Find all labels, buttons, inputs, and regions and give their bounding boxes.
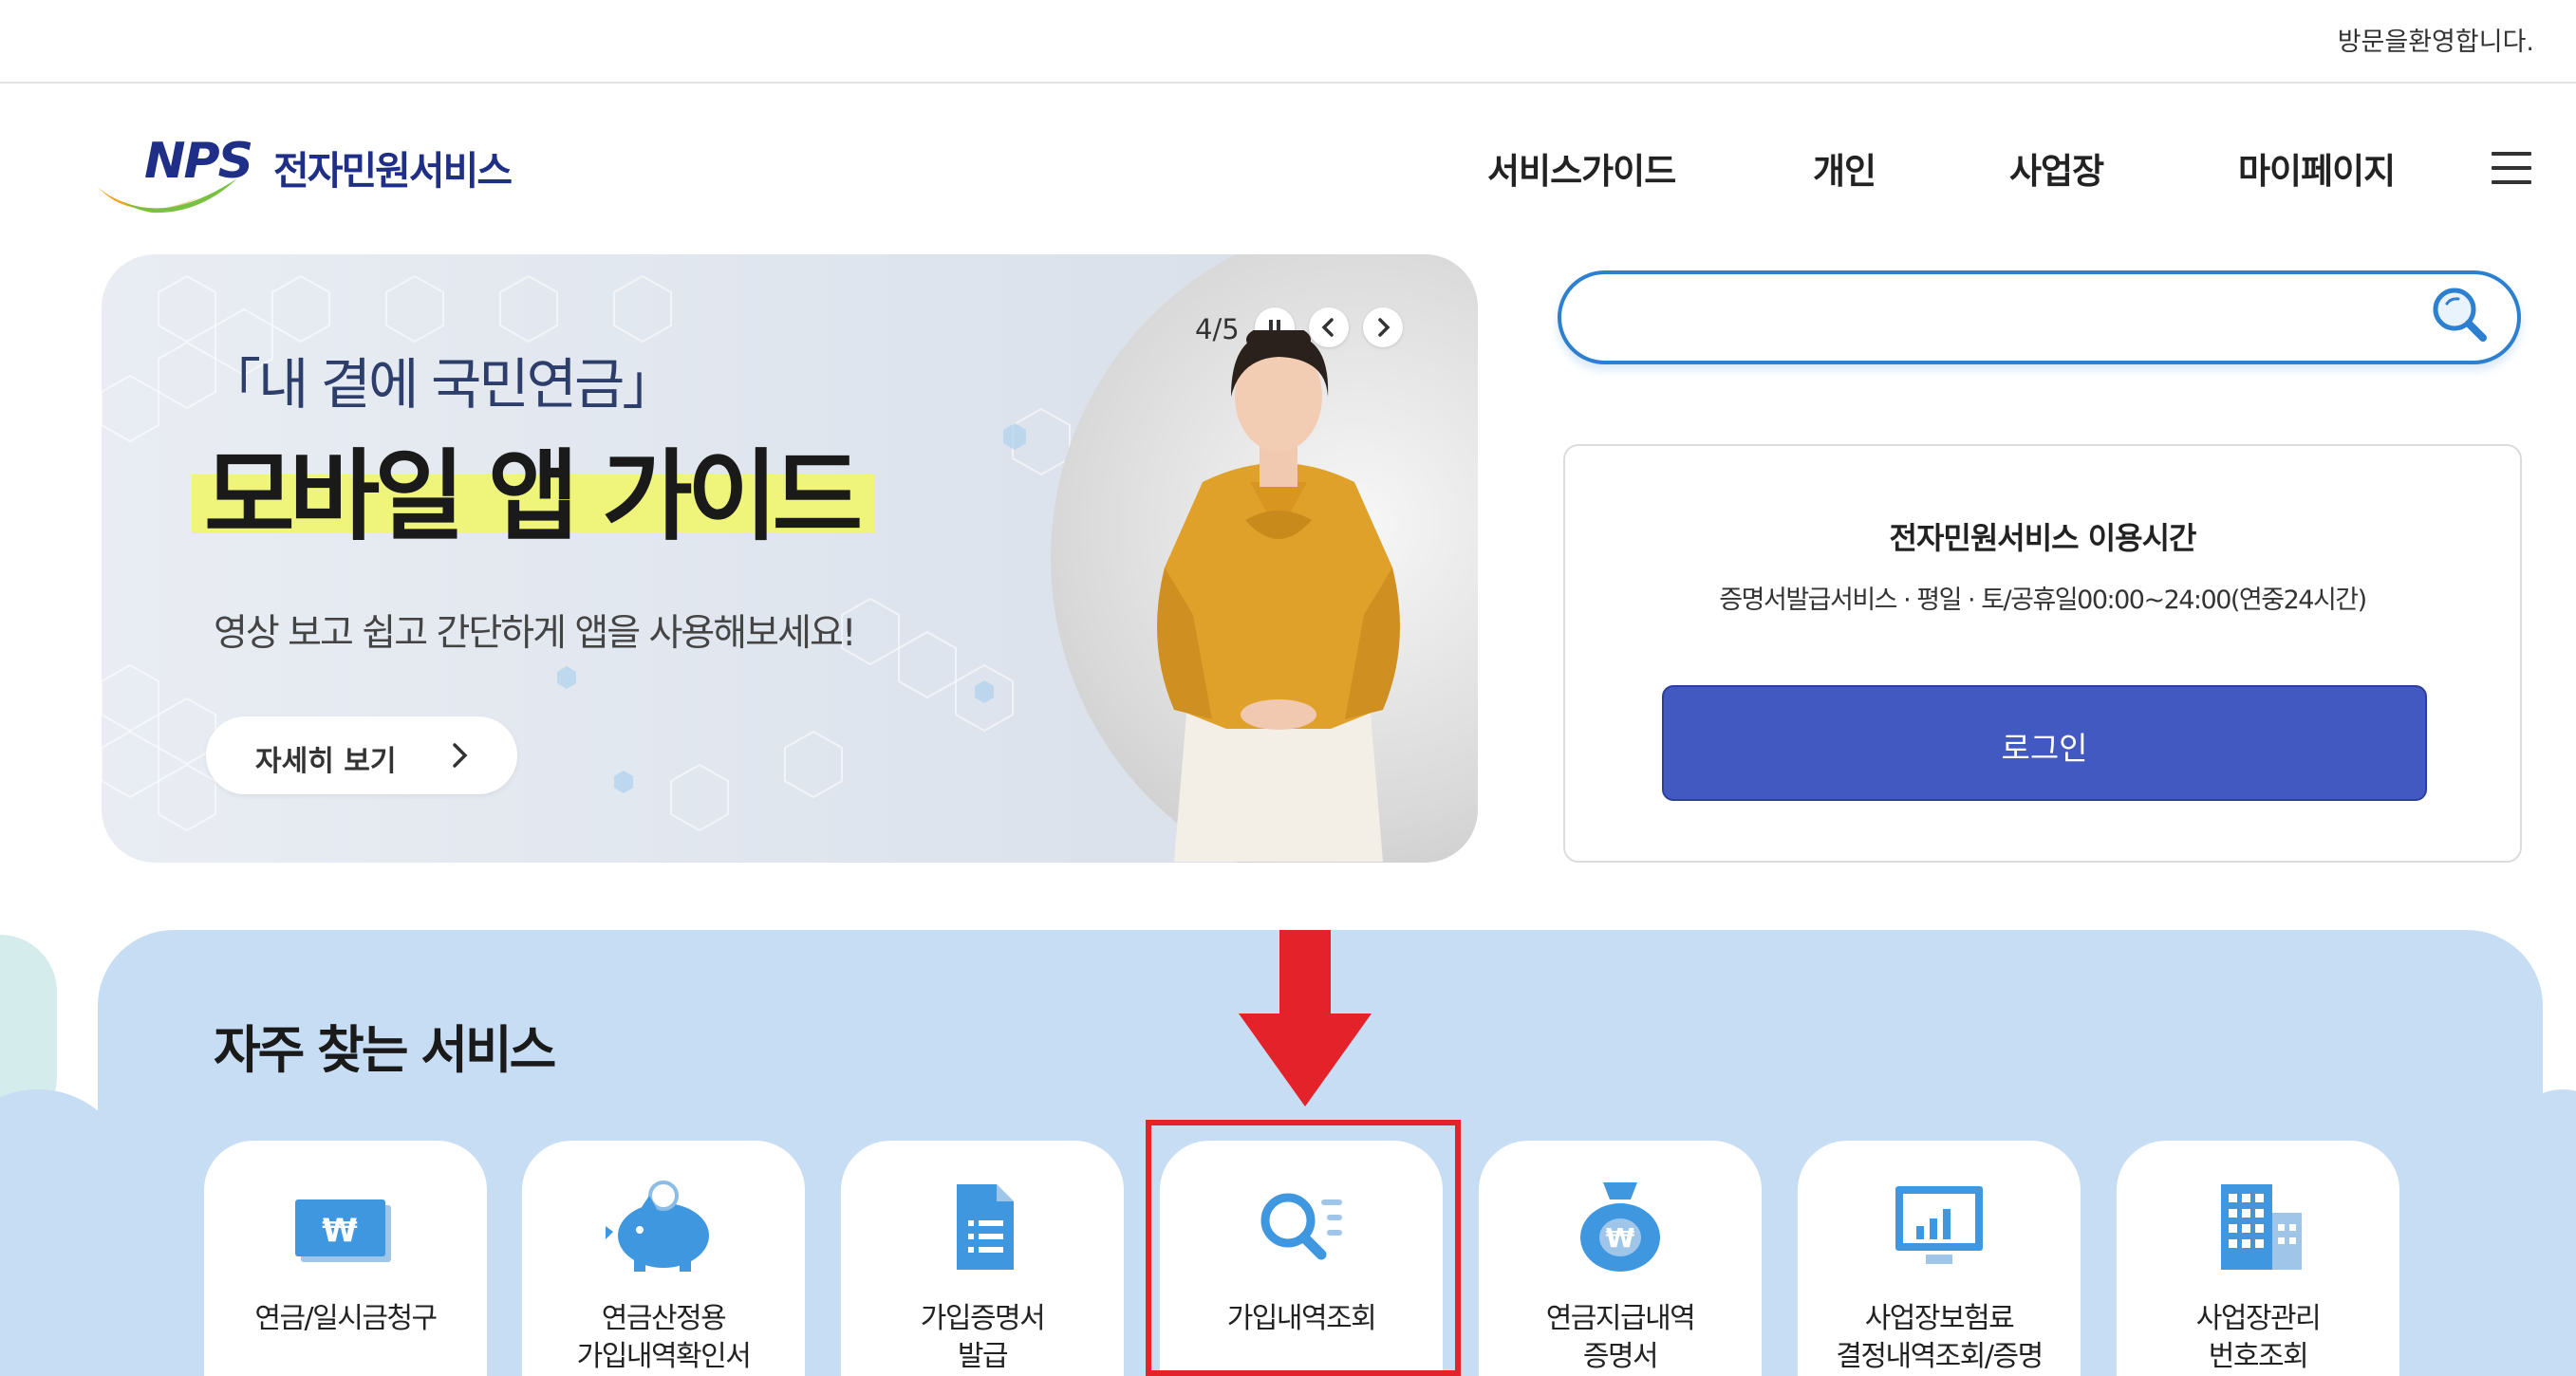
- service-tile-label: 사업장보험료 결정내역조회/증명: [1836, 1302, 2044, 1373]
- frequent-services-title: 자주 찾는 서비스: [214, 1020, 556, 1080]
- chevron-right-icon: [453, 743, 468, 768]
- service-hours-title: 전자민원서비스 이용시간: [1889, 520, 2197, 556]
- search-icon[interactable]: [2428, 283, 2491, 345]
- document-icon: [957, 1184, 1014, 1270]
- service-tile-business-premium[interactable]: 사업장보험료 결정내역조회/증명: [1798, 1141, 2081, 1376]
- banner-subtitle: 「내 곁에 국민연금」: [206, 352, 677, 417]
- presenter-illustration: [1157, 330, 1400, 862]
- logo-title: 전자민원서비스: [273, 148, 513, 194]
- banner-more-label: 자세히 보기: [255, 745, 397, 778]
- service-tile-pension-record[interactable]: 연금산정용 가입내역확인서: [522, 1141, 805, 1376]
- monitor-chart-icon: [1895, 1186, 1983, 1264]
- banner-description: 영상 보고 쉽고 간단하게 앱을 사용해보세요!: [214, 612, 856, 655]
- banner-title: 모바일 앱 가이드: [204, 438, 863, 554]
- service-tile-label: 연금지급내역 증명서: [1545, 1302, 1696, 1373]
- money-bag-icon: ₩: [1580, 1182, 1660, 1272]
- piggy-bank-icon: [606, 1181, 709, 1272]
- logo-abbr: NPS: [144, 133, 253, 190]
- welcome-text: 방문을환영합니다.: [2337, 28, 2534, 57]
- highlight-box: [1146, 1120, 1461, 1376]
- svg-text:₩: ₩: [322, 1212, 358, 1250]
- nps-logo[interactable]: NPS 전자민원서비스: [95, 133, 551, 218]
- service-tile-membership-certificate[interactable]: 가입증명서 발급: [841, 1141, 1124, 1376]
- service-tile-label: 사업장관리 번호조회: [2195, 1302, 2322, 1373]
- service-tile-label: 연금/일시금청구: [254, 1302, 438, 1335]
- login-label: 로그인: [2001, 730, 2088, 767]
- main-banner: 「내 곁에 국민연금」 모바일 앱 가이드 영상 보고 쉽고 간단하게 앱을 사…: [102, 254, 1478, 863]
- service-hours-card: 전자민원서비스 이용시간 증명서발급서비스 · 평일 · 토/공휴일00:00~…: [1563, 444, 2522, 863]
- nav-mypage[interactable]: 마이페이지: [2238, 142, 2396, 194]
- building-icon: [2221, 1184, 2302, 1270]
- nav-business[interactable]: 사업장: [2009, 142, 2104, 194]
- top-utility-bar: 방문을환영합니다.: [0, 0, 2576, 84]
- won-bill-icon: ₩: [295, 1199, 391, 1262]
- arrow-down-icon: [1239, 930, 1372, 1106]
- service-tile-pension-claim[interactable]: ₩ 연금/일시금청구: [204, 1141, 487, 1376]
- nav-service-guide[interactable]: 서비스가이드: [1487, 142, 1676, 194]
- service-tile-label: 가입증명서 발급: [920, 1302, 1046, 1373]
- service-hours-text: 증명서발급서비스 · 평일 · 토/공휴일00:00~24:00(연중24시간): [1719, 586, 2367, 615]
- service-tile-label: 연금산정용 가입내역확인서: [576, 1302, 752, 1373]
- search-input[interactable]: [1558, 270, 2521, 364]
- service-tile-payment-certificate[interactable]: ₩ 연금지급내역 증명서: [1479, 1141, 1762, 1376]
- hamburger-menu-icon[interactable]: [2492, 152, 2531, 186]
- svg-text:₩: ₩: [1606, 1222, 1635, 1254]
- banner-more-button[interactable]: 자세히 보기: [206, 716, 517, 794]
- login-button[interactable]: 로그인: [1662, 685, 2427, 801]
- nav-personal[interactable]: 개인: [1813, 142, 1876, 194]
- service-tile-business-number[interactable]: 사업장관리 번호조회: [2117, 1141, 2399, 1376]
